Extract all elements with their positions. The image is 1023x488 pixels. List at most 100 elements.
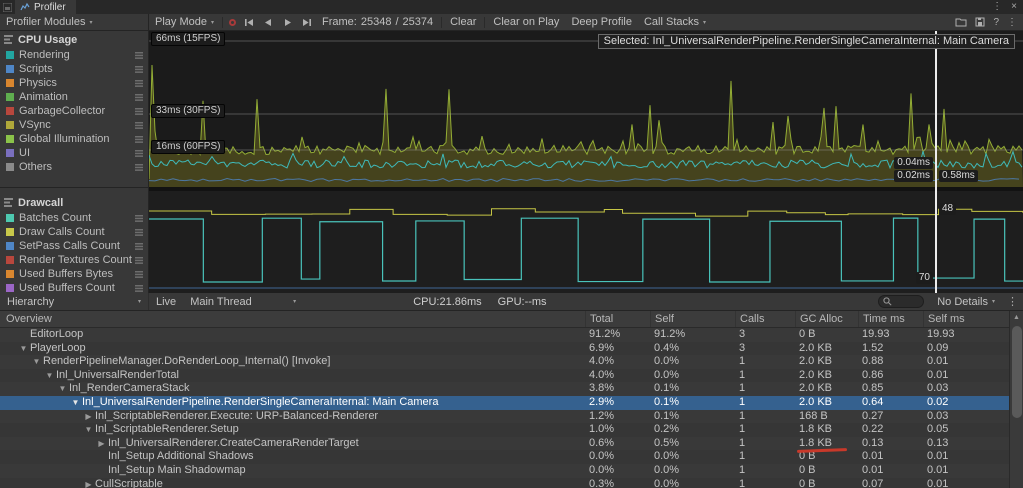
foldout-open-icon[interactable]: ▼ — [56, 382, 69, 396]
row-self-ms: 0.01 — [927, 477, 949, 488]
drawcall-chart[interactable] — [149, 191, 1023, 293]
previous-frame-button[interactable] — [259, 14, 278, 30]
counter-bars-icon — [135, 135, 143, 143]
column-total[interactable]: Total — [585, 311, 650, 327]
next-frame-button[interactable] — [278, 14, 297, 30]
call-stacks-dropdown[interactable]: Call Stacks ▾ — [638, 14, 712, 30]
table-row[interactable]: ▼ RenderPipelineManager.DoRenderLoop_Inte… — [0, 355, 1009, 369]
module-header[interactable]: CPU Usage — [0, 31, 148, 48]
column-time-ms[interactable]: Time ms — [858, 311, 923, 327]
deep-profile-toggle[interactable]: Deep Profile — [565, 14, 638, 30]
table-row[interactable]: Inl_Setup Main Shadowmap 0.0% 0.0% 1 0 B 0.01… — [0, 463, 1009, 478]
table-row[interactable]: ▼ Inl_UniversalRenderPipeline.RenderSingl… — [0, 395, 1009, 410]
row-self: 0.5% — [654, 436, 680, 449]
module-sidebar: CPU Usage Rendering Scripts Physics Animatio… — [0, 31, 149, 294]
cpu-usage-chart[interactable] — [149, 31, 1023, 187]
column-calls[interactable]: Calls — [735, 311, 795, 327]
table-row[interactable]: ▶ Inl_ScriptableRenderer.Execute: URP-Bal… — [0, 409, 1009, 424]
legend-item-garbagecollector[interactable]: GarbageCollector — [0, 104, 148, 118]
foldout-closed-icon[interactable]: ▶ — [95, 437, 108, 451]
close-icon[interactable]: × — [1011, 0, 1017, 14]
row-self: 0.4% — [654, 341, 680, 354]
counter-bars-icon — [135, 284, 143, 292]
row-time-ms: 0.01 — [862, 450, 884, 463]
table-row[interactable]: ▼ PlayerLoop 6.9% 0.4% 3 2.0 KB 1.52 0.09 — [0, 341, 1009, 356]
clear-on-play-toggle[interactable]: Clear on Play — [487, 14, 565, 30]
chevron-down-icon: ▾ — [293, 299, 297, 305]
toolbar-kebab-icon[interactable]: ⋮ — [1007, 17, 1017, 28]
legend-item-others[interactable]: Others — [0, 160, 148, 174]
legend-color-swatch — [6, 163, 14, 171]
row-self-ms: 19.93 — [927, 328, 955, 340]
help-icon[interactable]: ? — [993, 17, 999, 28]
legend-item-used-buffers-bytes[interactable]: Used Buffers Bytes — [0, 267, 148, 281]
save-profile-icon[interactable] — [975, 17, 985, 27]
foldout-open-icon[interactable]: ▼ — [82, 423, 95, 437]
row-total: 1.0% — [589, 423, 615, 436]
legend-item-render-textures-count[interactable]: Render Textures Count — [0, 253, 148, 267]
details-view-dropdown[interactable]: No Details ▾ — [930, 293, 1002, 310]
legend-color-swatch — [6, 107, 14, 115]
legend-color-swatch — [6, 270, 14, 278]
legend-item-physics[interactable]: Physics — [0, 76, 148, 90]
profiler-modules-dropdown[interactable]: Profiler Modules ▾ — [0, 14, 149, 30]
legend-item-global-illumination[interactable]: Global Illumination — [0, 132, 148, 146]
details-kebab-icon[interactable]: ⋮ — [1002, 295, 1023, 308]
legend-item-draw-calls-count[interactable]: Draw Calls Count — [0, 225, 148, 239]
play-mode-dropdown[interactable]: Play Mode ▾ — [149, 14, 220, 30]
row-name: ▼ Inl_UniversalRenderTotal — [0, 369, 585, 383]
table-row[interactable]: EditorLoop 91.2% 91.2% 3 0 B 19.93 19.93 — [0, 328, 1009, 342]
live-toggle[interactable]: Live — [149, 293, 183, 310]
window-menu-kebab-icon[interactable]: ⋮ — [992, 0, 1002, 14]
legend-item-animation[interactable]: Animation — [0, 90, 148, 104]
legend-item-batches-count[interactable]: Batches Count — [0, 211, 148, 225]
table-row[interactable]: ▼ Inl_RenderCameraStack 3.8% 0.1% 1 2.0 KB 0.8… — [0, 382, 1009, 396]
drawcall-value-badge: 70 — [915, 272, 933, 284]
legend-item-scripts[interactable]: Scripts — [0, 62, 148, 76]
legend-label: Render Textures Count — [19, 254, 132, 266]
legend-item-vsync[interactable]: VSync — [0, 118, 148, 132]
column-self[interactable]: Self — [650, 311, 735, 327]
clear-button[interactable]: Clear — [444, 14, 482, 30]
counter-bars-icon — [135, 107, 143, 115]
thread-dropdown[interactable]: Main Thread ▾ — [183, 293, 303, 310]
profiler-icon — [20, 2, 30, 12]
column-overview[interactable]: Overview — [0, 311, 585, 327]
legend-label: UI — [19, 147, 30, 159]
module-header[interactable]: Drawcall — [0, 194, 148, 211]
row-name: ▶ Inl_ScriptableRenderer.Execute: URP-Bal… — [0, 410, 585, 424]
row-gc-alloc: 2.0 KB — [799, 382, 833, 395]
first-frame-button[interactable] — [240, 14, 259, 30]
foldout-closed-icon[interactable]: ▶ — [82, 478, 95, 488]
search-input[interactable] — [878, 295, 925, 308]
tab-profiler[interactable]: Profiler — [15, 0, 76, 14]
column-self-ms[interactable]: Self ms — [923, 311, 1009, 327]
table-scrollbar[interactable]: ▲ — [1009, 311, 1023, 488]
scrollbar-thumb[interactable] — [1011, 326, 1022, 418]
table-row[interactable]: ▶ CullScriptable 0.3% 0.0% 1 0 B 0.07 0.01 — [0, 477, 1009, 488]
row-total: 0.0% — [589, 450, 615, 463]
column-gc-alloc[interactable]: GC Alloc — [795, 311, 858, 327]
legend-item-ui[interactable]: UI — [0, 146, 148, 160]
foldout-open-icon[interactable]: ▼ — [30, 355, 43, 369]
frame-counter: Frame: 25348 / 25374 — [322, 16, 434, 28]
foldout-open-icon[interactable]: ▼ — [43, 369, 56, 383]
selected-frame-line[interactable] — [935, 31, 937, 293]
foldout-open-icon[interactable]: ▼ — [69, 396, 82, 410]
row-label: Inl_ScriptableRenderer.Execute: URP-Bala… — [95, 409, 379, 422]
legend-item-setpass-calls-count[interactable]: SetPass Calls Count — [0, 239, 148, 253]
last-frame-button[interactable] — [297, 14, 316, 30]
table-row[interactable]: Inl_Setup Additional Shadows 0.0% 0.0% 1 0 B… — [0, 450, 1009, 464]
foldout-closed-icon[interactable]: ▶ — [82, 410, 95, 424]
load-profile-icon[interactable] — [955, 17, 967, 27]
scroll-up-icon[interactable]: ▲ — [1013, 311, 1020, 324]
record-button[interactable] — [225, 14, 240, 30]
table-row[interactable]: ▼ Inl_ScriptableRenderer.Setup 1.0% 0.2% 1 1.… — [0, 423, 1009, 437]
hierarchy-mode-dropdown[interactable]: Hierarchy ▾ — [0, 293, 149, 310]
row-self-ms: 0.03 — [927, 409, 949, 422]
table-row[interactable]: ▶ Inl_UniversalRenderer.CreateCameraRende… — [0, 436, 1009, 454]
legend-item-rendering[interactable]: Rendering — [0, 48, 148, 62]
foldout-open-icon[interactable]: ▼ — [17, 342, 30, 356]
title-bar: Profiler ⋮ × — [0, 0, 1023, 14]
table-row[interactable]: ▼ Inl_UniversalRenderTotal 4.0% 0.0% 1 2.0 KB… — [0, 368, 1009, 383]
